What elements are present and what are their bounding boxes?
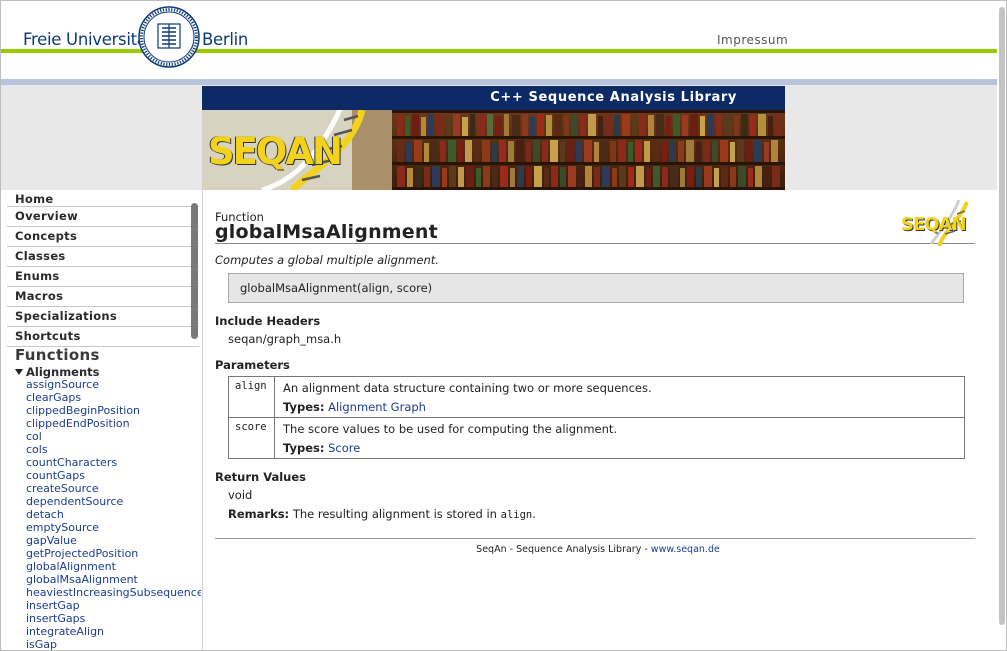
group-alignments-label[interactable]: Alignments bbox=[26, 365, 100, 379]
group-alignments-toggle[interactable]: Alignments bbox=[15, 365, 100, 379]
functions-heading: Functions bbox=[15, 346, 100, 364]
function-link[interactable]: isGap bbox=[26, 638, 201, 650]
function-summary: Computes a global multiple alignment. bbox=[215, 253, 439, 267]
site-header: Freie Universität Berlin Impressum bbox=[1, 1, 1006, 79]
nav-item-overview[interactable]: Overview bbox=[7, 207, 199, 227]
banner-title-bar: C++ Sequence Analysis Library bbox=[202, 86, 785, 110]
function-link[interactable]: getProjectedPosition bbox=[26, 547, 201, 560]
nav-item-shortcuts[interactable]: Shortcuts bbox=[7, 327, 199, 347]
disclosure-triangle-icon[interactable] bbox=[15, 369, 23, 375]
parameter-row: align An alignment data structure contai… bbox=[229, 377, 964, 417]
remarks-text: The resulting alignment is stored in bbox=[292, 507, 497, 521]
nav-item-macros[interactable]: Macros bbox=[7, 287, 199, 307]
fu-seal-logo[interactable] bbox=[138, 6, 200, 68]
function-link[interactable]: clippedEndPosition bbox=[26, 417, 201, 430]
function-link[interactable]: countCharacters bbox=[26, 456, 201, 469]
page-title: globalMsaAlignment bbox=[215, 221, 438, 243]
function-link[interactable]: countGaps bbox=[26, 469, 201, 482]
title-divider bbox=[215, 243, 975, 244]
function-link[interactable]: emptySource bbox=[26, 521, 201, 534]
parameter-types: Types: Alignment Graph bbox=[283, 400, 426, 414]
parameter-description: The score values to be used for computin… bbox=[283, 422, 618, 436]
function-link[interactable]: assignSource bbox=[26, 378, 201, 391]
sidebar: Home Overview Concepts Classes Enums Mac… bbox=[1, 190, 203, 650]
function-list: assignSource clearGaps clippedBeginPosit… bbox=[26, 378, 201, 650]
page-footer: SeqAn - Sequence Analysis Library - www.… bbox=[203, 544, 993, 555]
nav-item-enums[interactable]: Enums bbox=[7, 267, 199, 287]
signature-box: globalMsaAlignment(align, score) bbox=[228, 273, 964, 303]
function-link[interactable]: detach bbox=[26, 508, 201, 521]
function-link[interactable]: clippedBeginPosition bbox=[26, 404, 201, 417]
remarks: Remarks: The resulting alignment is stor… bbox=[228, 507, 536, 521]
type-link-alignment-graph[interactable]: Alignment Graph bbox=[328, 400, 426, 414]
function-link[interactable]: cols bbox=[26, 443, 201, 456]
main-content: Function globalMsaAlignment SEQAN Comput… bbox=[203, 190, 993, 650]
nav-item-home[interactable]: Home bbox=[7, 190, 199, 207]
function-link[interactable]: gapValue bbox=[26, 534, 201, 547]
remarks-code: align bbox=[500, 509, 533, 521]
function-link[interactable]: globalAlignment bbox=[26, 560, 201, 573]
return-value: void bbox=[228, 488, 253, 502]
function-link[interactable]: col bbox=[26, 430, 201, 443]
bookshelf-rows bbox=[392, 110, 785, 190]
sidebar-nav-scrollbar[interactable] bbox=[191, 203, 198, 339]
remarks-end: . bbox=[532, 507, 536, 521]
parameter-name-cell: score bbox=[229, 418, 275, 458]
function-link[interactable]: insertGap bbox=[26, 599, 201, 612]
parameter-name: align bbox=[235, 380, 267, 392]
function-link[interactable]: globalMsaAlignment bbox=[26, 573, 201, 586]
parameters-heading: Parameters bbox=[215, 358, 290, 372]
page-scrollbar-thumb[interactable] bbox=[999, 7, 1005, 625]
footer-seqan-link[interactable]: www.seqan.de bbox=[651, 544, 720, 555]
sidebar-nav: Home Overview Concepts Classes Enums Mac… bbox=[7, 190, 199, 347]
parameter-description: An alignment data structure containing t… bbox=[283, 381, 652, 395]
type-link-score[interactable]: Score bbox=[328, 441, 360, 455]
function-link[interactable]: integrateAlign bbox=[26, 625, 201, 638]
parameter-types-label: Types: bbox=[283, 441, 325, 455]
function-link[interactable]: insertGaps bbox=[26, 612, 201, 625]
banner-title: C++ Sequence Analysis Library bbox=[490, 90, 737, 105]
footer-text: SeqAn - Sequence Analysis Library - bbox=[476, 544, 651, 555]
banner-seqan-logo: SEQAN bbox=[208, 130, 343, 173]
seqan-banner: C++ Sequence Analysis Library SEQAN bbox=[202, 86, 785, 190]
fu-brand-right[interactable]: Berlin bbox=[202, 30, 248, 49]
parameter-row: score The score values to be used for co… bbox=[229, 417, 964, 458]
parameter-name: score bbox=[235, 421, 267, 433]
function-link[interactable]: clearGaps bbox=[26, 391, 201, 404]
function-signature: globalMsaAlignment(align, score) bbox=[240, 281, 433, 295]
seqan-logo-text: SEQAN bbox=[901, 214, 967, 235]
return-values-heading: Return Values bbox=[215, 470, 307, 484]
footer-divider bbox=[215, 538, 975, 539]
impressum-link[interactable]: Impressum bbox=[717, 33, 788, 47]
parameter-types: Types: Score bbox=[283, 441, 360, 455]
include-header-value: seqan/graph_msa.h bbox=[228, 332, 342, 346]
include-headers-heading: Include Headers bbox=[215, 314, 321, 328]
seqan-logo: SEQAN bbox=[901, 200, 973, 246]
parameters-table: align An alignment data structure contai… bbox=[228, 376, 965, 459]
nav-item-concepts[interactable]: Concepts bbox=[7, 227, 199, 247]
function-link[interactable]: dependentSource bbox=[26, 495, 201, 508]
function-link[interactable]: heaviestIncreasingSubsequence bbox=[26, 586, 201, 599]
parameter-name-cell: align bbox=[229, 377, 275, 417]
browser-window: Freie Universität Berlin Impressum C++ S… bbox=[0, 0, 1007, 651]
parameter-types-label: Types: bbox=[283, 400, 325, 414]
nav-item-specializations[interactable]: Specializations bbox=[7, 307, 199, 327]
remarks-label: Remarks: bbox=[228, 507, 290, 521]
fu-brand-left[interactable]: Freie Universität bbox=[23, 30, 153, 49]
function-link[interactable]: createSource bbox=[26, 482, 201, 495]
nav-item-classes[interactable]: Classes bbox=[7, 247, 199, 267]
